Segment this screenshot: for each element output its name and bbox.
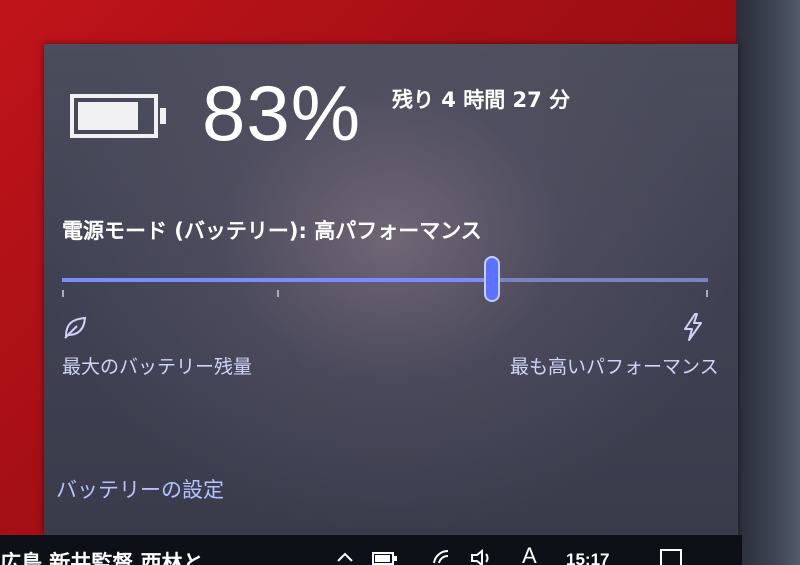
- power-mode-slider-thumb[interactable]: [484, 256, 500, 302]
- ime-icon[interactable]: A: [522, 543, 537, 565]
- lightning-bolt-icon: [684, 313, 702, 341]
- battery-icon[interactable]: [372, 549, 398, 565]
- leaf-icon: [64, 316, 87, 339]
- battery-icon: [70, 94, 166, 138]
- taskbar-clock[interactable]: 15:17: [566, 550, 609, 565]
- chevron-up-icon[interactable]: [336, 549, 354, 563]
- power-mode-label: 電源モード (バッテリー): 高パフォーマンス: [62, 219, 482, 243]
- battery-time-remaining: 残り 4 時間 27 分: [392, 88, 571, 112]
- speaker-icon[interactable]: [470, 549, 494, 565]
- battery-percentage: 83%: [202, 69, 362, 157]
- screen-bezel: [736, 0, 800, 565]
- notification-icon[interactable]: [660, 549, 682, 565]
- taskbar: 広島 新井監督 西林と A 15:17: [0, 535, 742, 565]
- news-ticker[interactable]: 広島 新井監督 西林と: [0, 547, 204, 565]
- slider-tick: [706, 290, 708, 297]
- slider-max-label: 最も高いパフォーマンス: [510, 356, 719, 378]
- wifi-icon[interactable]: [432, 549, 454, 565]
- slider-tick: [62, 290, 64, 297]
- battery-flyout: 83% 残り 4 時間 27 分 電源モード (バッテリー): 高パフォーマンス…: [44, 44, 738, 535]
- battery-level-fill: [78, 102, 138, 130]
- power-mode-slider-fill: [62, 278, 492, 282]
- power-mode-slider-track[interactable]: [62, 278, 708, 282]
- slider-min-label: 最大のバッテリー残量: [62, 356, 253, 378]
- slider-tick: [277, 290, 279, 297]
- battery-settings-link[interactable]: バッテリーの設定: [56, 474, 224, 504]
- battery-terminal: [160, 108, 166, 124]
